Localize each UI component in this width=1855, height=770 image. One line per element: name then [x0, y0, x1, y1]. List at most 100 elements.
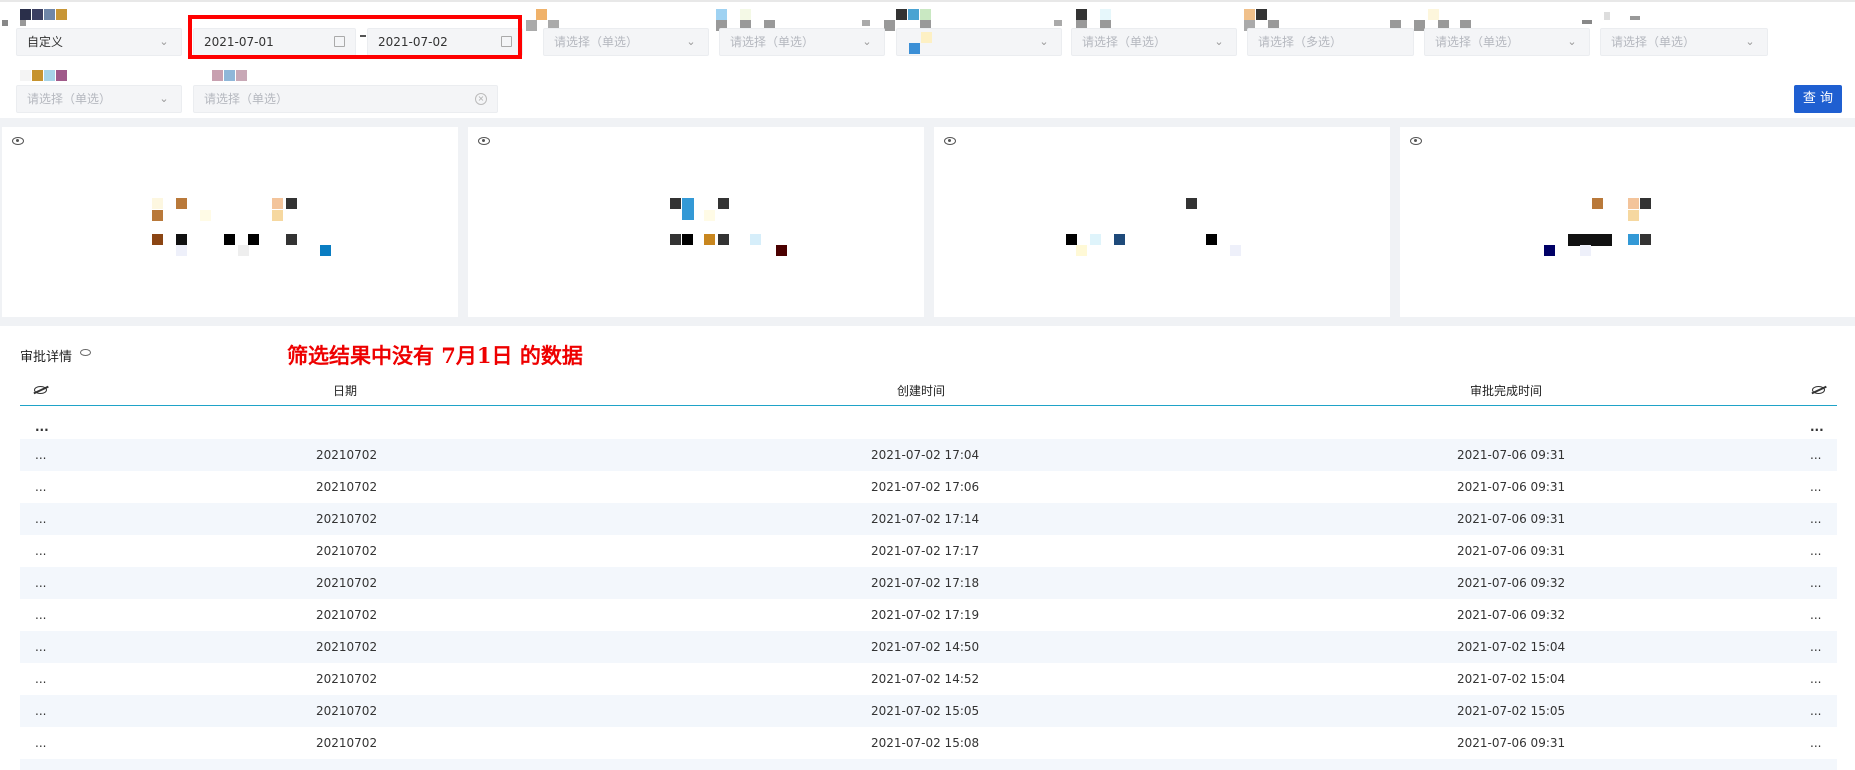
- cell-created: 2021-07-02 17:06: [871, 480, 980, 494]
- ellipsis: ...: [35, 640, 47, 654]
- filter-select-3[interactable]: ⌄: [896, 28, 1062, 56]
- cell-created: 2021-07-02 17:14: [871, 512, 980, 526]
- filter-select-7[interactable]: 请选择（单选） ⌄: [1600, 28, 1768, 56]
- placeholder-text: 请选择（单选）: [1082, 35, 1167, 49]
- panel-title: 审批详情: [20, 350, 73, 365]
- cell-completed: 2021-07-02 15:04: [1457, 672, 1566, 686]
- cell-created: 2021-07-02 17:04: [871, 448, 980, 462]
- cell-date: 20210702: [316, 640, 378, 654]
- table-row: ... 20210702 2021-07-02 17:06 2021-07-06…: [20, 471, 1837, 503]
- filter-select-9[interactable]: 请选择（单选） ×: [193, 85, 498, 113]
- column-header-date[interactable]: 日期: [333, 382, 357, 404]
- eye-icon[interactable]: [80, 349, 91, 356]
- cell-completed: 2021-07-06 09:31: [1457, 512, 1566, 526]
- ellipsis: ...: [1810, 672, 1822, 686]
- column-header-created[interactable]: 创建时间: [897, 382, 945, 404]
- ellipsis: ...: [1810, 512, 1822, 526]
- ellipsis: ...: [1810, 448, 1822, 462]
- annotation-text: 筛选结果中没有 7月1日 的数据: [287, 343, 583, 368]
- table-row: ... 20210702 2021-07-02 14:52 2021-07-02…: [20, 663, 1837, 695]
- cell-date: 20210702: [316, 544, 378, 558]
- cell-created: 2021-07-02 17:19: [871, 608, 980, 622]
- approval-details-panel: 审批详情 筛选结果中没有 7月1日 的数据 日期 创建时间 审批完成时间 ...…: [0, 326, 1855, 770]
- eye-icon[interactable]: [478, 137, 490, 145]
- table-row: ... 20210702 2021-07-02 17:04 2021-07-06…: [20, 439, 1837, 471]
- chevron-down-icon: ⌄: [159, 92, 169, 105]
- chevron-down-icon: ⌄: [1039, 35, 1049, 48]
- ellipsis: ...: [1810, 608, 1822, 622]
- ellipsis: ...: [35, 576, 47, 590]
- ellipsis: ...: [35, 736, 47, 750]
- cell-date: 20210702: [316, 512, 378, 526]
- ellipsis: ...: [35, 420, 49, 434]
- header-divider: [20, 405, 1837, 406]
- cell-completed: 2021-07-06 09:31: [1457, 544, 1566, 558]
- ellipsis: ...: [1810, 704, 1822, 718]
- ellipsis: ...: [35, 704, 47, 718]
- filter-select-4[interactable]: 请选择（单选） ⌄: [1071, 28, 1237, 56]
- chevron-down-icon: ⌄: [686, 35, 696, 48]
- eye-off-icon[interactable]: [34, 386, 47, 394]
- cell-created: 2021-07-02 14:50: [871, 640, 980, 654]
- cell-completed: 2021-07-06 09:32: [1457, 576, 1566, 590]
- filter-select-8[interactable]: 请选择（单选） ⌄: [16, 85, 182, 113]
- column-header-completed[interactable]: 审批完成时间: [1470, 382, 1542, 404]
- eye-icon[interactable]: [12, 137, 24, 145]
- table-row: ... 20210702 2021-07-02 14:50 2021-07-02…: [20, 631, 1837, 663]
- cell-created: 2021-07-02 17:18: [871, 576, 980, 590]
- placeholder-text: 请选择（单选）: [1611, 35, 1696, 49]
- ellipsis: ...: [35, 544, 47, 558]
- eye-off-icon[interactable]: [1812, 386, 1825, 394]
- cell-completed: 2021-07-06 09:31: [1457, 480, 1566, 494]
- ellipsis: ...: [1810, 576, 1822, 590]
- filter-select-2[interactable]: 请选择（单选） ⌄: [719, 28, 885, 56]
- chevron-down-icon: ⌄: [159, 35, 169, 48]
- placeholder-text: 请选择（单选）: [204, 92, 289, 106]
- ellipsis: ...: [35, 448, 47, 462]
- table-row: ... 20210702 2021-07-02 17:17 2021-07-06…: [20, 535, 1837, 567]
- ellipsis: ...: [1810, 736, 1822, 750]
- placeholder-text: 请选择（单选）: [27, 92, 112, 106]
- ellipsis: ...: [35, 672, 47, 686]
- filter-bar: 自定义 ⌄ 2021-07-01 2021-07-02 请选择（单选） ⌄ 请选…: [0, 0, 1855, 118]
- chevron-down-icon: ⌄: [862, 35, 872, 48]
- cell-date: 20210702: [316, 608, 378, 622]
- kpi-card-3: [934, 127, 1390, 317]
- cell-date: 20210702: [316, 448, 378, 462]
- cell-date: 20210702: [316, 736, 378, 750]
- cell-created: 2021-07-02 14:52: [871, 672, 980, 686]
- cell-date: 20210702: [316, 672, 378, 686]
- eye-icon[interactable]: [944, 137, 956, 145]
- placeholder-text: 请选择（单选）: [554, 35, 639, 49]
- placeholder-text: 请选择（单选）: [1435, 35, 1520, 49]
- table-row: ... 20210702 2021-07-02 17:14 2021-07-06…: [20, 503, 1837, 535]
- ellipsis: ...: [1810, 420, 1824, 434]
- cell-completed: 2021-07-06 09:31: [1457, 736, 1566, 750]
- cell-completed: 2021-07-06 09:32: [1457, 608, 1566, 622]
- time-range-value: 自定义: [27, 35, 64, 49]
- eye-icon[interactable]: [1410, 137, 1422, 145]
- clear-icon[interactable]: ×: [475, 93, 487, 105]
- filter-select-5-multi[interactable]: 请选择（多选）: [1247, 28, 1414, 56]
- cell-date: 20210702: [316, 576, 378, 590]
- cell-completed: 2021-07-02 15:05: [1457, 704, 1566, 718]
- table-row: ... 20210702 2021-07-02 17:18 2021-07-06…: [20, 567, 1837, 599]
- query-button[interactable]: 查 询: [1794, 85, 1842, 113]
- filter-select-6[interactable]: 请选择（单选） ⌄: [1424, 28, 1590, 56]
- table-row: ... 20210702 2021-07-02 17:19 2021-07-06…: [20, 599, 1837, 631]
- chevron-down-icon: ⌄: [1567, 35, 1577, 48]
- table-row-partial: [20, 759, 1837, 770]
- filter-select-1[interactable]: 请选择（单选） ⌄: [543, 28, 709, 56]
- ellipsis: ...: [35, 480, 47, 494]
- time-range-select[interactable]: 自定义 ⌄: [16, 28, 182, 56]
- kpi-card-1: [2, 127, 458, 317]
- chevron-down-icon: ⌄: [1214, 35, 1224, 48]
- kpi-card-2: [468, 127, 924, 317]
- cell-completed: 2021-07-06 09:31: [1457, 448, 1566, 462]
- cell-date: 20210702: [316, 480, 378, 494]
- highlight-box: [188, 15, 522, 59]
- cell-created: 2021-07-02 15:05: [871, 704, 980, 718]
- ellipsis: ...: [35, 512, 47, 526]
- kpi-card-4: [1400, 127, 1855, 317]
- cell-date: 20210702: [316, 704, 378, 718]
